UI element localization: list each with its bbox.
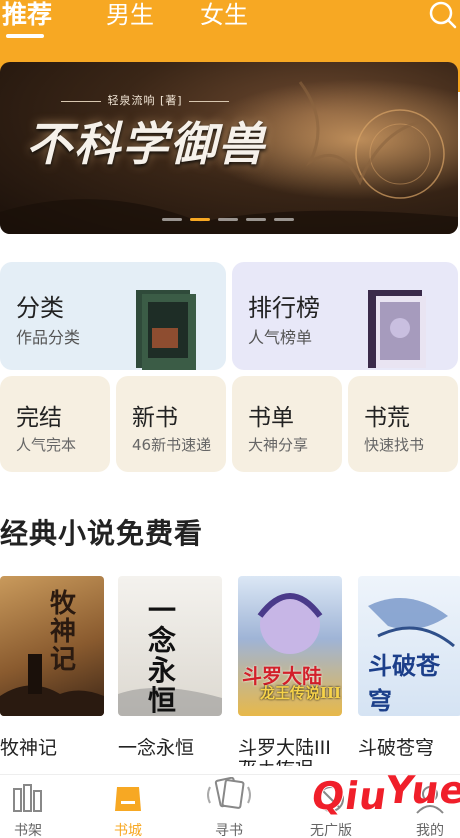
book-cover[interactable]: 一念永恒: [118, 576, 222, 716]
book-cover[interactable]: 斗破苍穹: [358, 576, 460, 716]
quick-link-subtitle: 人气完本: [16, 436, 77, 454]
cover-title: 牧神记: [50, 589, 77, 675]
quick-link-subtitle: 大神分享: [248, 436, 309, 454]
tab-male[interactable]: 男生: [106, 0, 154, 30]
featured-banner[interactable]: 轻泉流响 [著] 不科学御兽: [0, 62, 458, 234]
quick-link-booklist[interactable]: 书单 大神分享: [232, 376, 342, 472]
pagination-dot[interactable]: [162, 218, 182, 221]
banner-author: 轻泉流响 [著]: [0, 92, 290, 108]
search-icon[interactable]: [428, 0, 458, 30]
book-name: 斗罗大陆III: [238, 737, 331, 759]
nav-label: 书架: [14, 823, 42, 838]
book-item[interactable]: 斗罗大陆 龙王传说III 斗罗大陆III 龙王传说: [238, 576, 342, 766]
quick-link-subtitle: 快速找书: [364, 436, 425, 454]
pagination-dot[interactable]: [274, 218, 294, 221]
cover-title: 一念永恒: [148, 594, 177, 716]
find-book-icon: [207, 777, 251, 809]
cover-title: 斗破苍穹: [368, 651, 440, 715]
book-stack-icon: [368, 290, 426, 368]
watermark-text: Qiu: [308, 774, 391, 818]
cover-subtitle: 龙王传说III: [260, 684, 342, 702]
pagination-dot-active[interactable]: [190, 218, 210, 221]
quick-link-completed[interactable]: 完结 人气完本: [0, 376, 110, 472]
quick-link-title: 书单: [248, 405, 294, 431]
bookshelf-icon: [13, 784, 42, 812]
nav-label: 我的: [416, 823, 444, 838]
ranking-title: 排行榜: [248, 294, 320, 322]
nav-label: 寻书: [215, 823, 243, 838]
nav-bookshelf[interactable]: 书架: [0, 775, 63, 838]
book-cover[interactable]: 斗罗大陆 龙王传说III: [238, 576, 342, 716]
bookstore-icon: [115, 787, 141, 811]
ranking-subtitle: 人气榜单: [248, 328, 313, 347]
book-name-line2: 龙王传说: [238, 760, 342, 766]
quick-link-subtitle: 46新书速递: [132, 436, 212, 454]
nav-label: 无广版: [310, 823, 352, 838]
nav-bookstore[interactable]: 书城: [93, 775, 163, 838]
book-item[interactable]: 牧神记 牧神记: [0, 576, 104, 760]
quick-link-title: 书荒: [364, 405, 410, 431]
book-name: 斗破苍穹: [358, 737, 435, 759]
category-card[interactable]: 分类 作品分类: [0, 262, 226, 370]
nav-find-book[interactable]: 寻书: [194, 775, 264, 838]
nav-label: 书城: [114, 823, 142, 838]
pagination-dot[interactable]: [246, 218, 266, 221]
quick-link-title: 新书: [132, 405, 178, 431]
quick-link-book-finder[interactable]: 书荒 快速找书: [348, 376, 458, 472]
book-name: 牧神记: [0, 737, 58, 759]
banner-area: 轻泉流响 [著] 不科学御兽: [0, 62, 460, 234]
tab-female[interactable]: 女生: [200, 0, 248, 30]
active-tab-indicator: [6, 34, 44, 38]
watermark-text-2: Yue: [382, 768, 460, 812]
book-item[interactable]: 一念永恒 一念永恒: [118, 576, 222, 760]
banner-pagination: [162, 218, 294, 221]
book-stack-icon: [136, 290, 196, 370]
pagination-dot[interactable]: [218, 218, 238, 221]
banner-title: 不科学御兽: [26, 117, 266, 171]
ranking-card[interactable]: 排行榜 人气榜单: [232, 262, 458, 370]
top-header: 推荐 男生 女生: [0, 0, 460, 62]
book-name: 一念永恒: [118, 737, 195, 759]
tab-recommend[interactable]: 推荐: [2, 0, 52, 30]
book-cover[interactable]: 牧神记: [0, 576, 104, 716]
quick-link-new-books[interactable]: 新书 46新书速递: [116, 376, 226, 472]
category-title: 分类: [16, 294, 64, 322]
category-subtitle: 作品分类: [16, 328, 81, 347]
section-title: 经典小说免费看: [0, 517, 204, 550]
quick-link-title: 完结: [16, 405, 62, 431]
book-item[interactable]: 斗破苍穹 斗破苍穹: [358, 576, 460, 760]
